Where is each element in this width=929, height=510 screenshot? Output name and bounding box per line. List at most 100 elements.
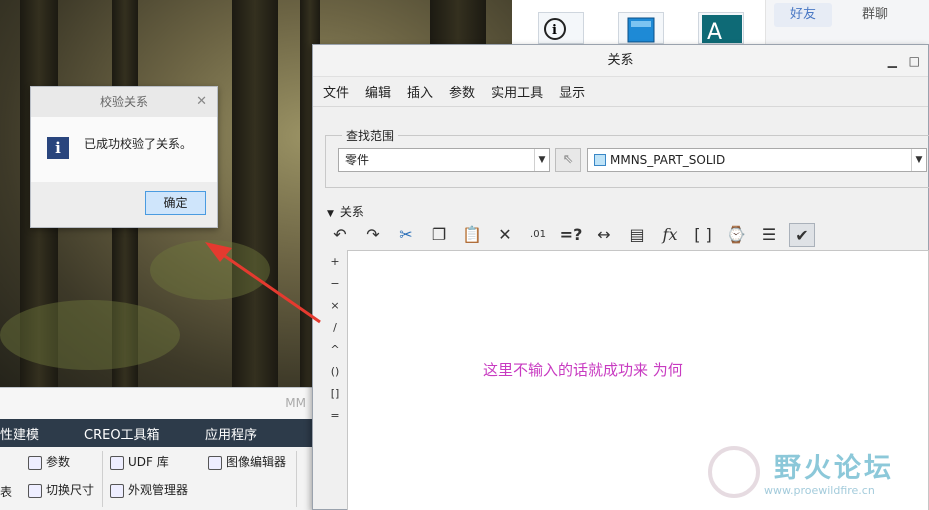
creo-app-icon[interactable]: A — [698, 12, 744, 45]
chevron-down-icon: ▼ — [534, 149, 549, 171]
tab-creo-toolbox[interactable]: CREO工具箱 — [84, 424, 205, 443]
menu-utilities[interactable]: 实用工具 — [491, 82, 543, 101]
creo-tab-bar: 性建模 CREO工具箱 应用程序 — [0, 419, 312, 447]
watermark-url: www.proewildfire.cn — [764, 484, 875, 497]
paste-icon[interactable]: 📋 — [459, 223, 485, 247]
function-icon[interactable]: fx — [657, 223, 683, 247]
foliage — [150, 240, 270, 300]
appearance-manager-label: 外观管理器 — [128, 483, 189, 497]
appearance-icon — [110, 483, 124, 498]
foliage — [0, 300, 180, 370]
svg-text:i: i — [552, 23, 557, 38]
relations-window-titlebar: 关系 ▁ □ — [313, 45, 928, 77]
dialog-title: 校验关系 — [99, 95, 148, 109]
menu-file[interactable]: 文件 — [323, 82, 349, 101]
window-controls: ▁ □ — [880, 45, 920, 77]
table-label: 表 — [0, 485, 13, 499]
verify-icon[interactable]: ✔ — [789, 223, 815, 247]
appearance-manager-button[interactable]: 外观管理器 — [110, 481, 188, 498]
window-app-icon[interactable] — [618, 12, 664, 44]
chat-tabs: 好友 群聊 — [765, 0, 929, 44]
ribbon-separator — [296, 451, 297, 507]
divide-operator[interactable]: / — [327, 317, 343, 339]
select-model-button[interactable]: ⇖ — [555, 148, 581, 172]
menu-insert[interactable]: 插入 — [407, 82, 433, 101]
dimension-icon — [28, 483, 42, 498]
tab-modeling[interactable]: 性建模 — [0, 424, 84, 443]
multiply-operator[interactable]: × — [327, 295, 343, 317]
udf-library-label: UDF 库 — [128, 455, 169, 469]
unit-icon[interactable]: ⌚ — [723, 223, 749, 247]
sort-icon[interactable]: ☰ — [756, 223, 782, 247]
tab-applications[interactable]: 应用程序 — [205, 424, 305, 443]
close-icon[interactable]: ✕ — [196, 87, 207, 117]
undo-icon[interactable]: ↶ — [327, 223, 353, 247]
tab-friends[interactable]: 好友 — [774, 3, 833, 27]
minus-operator[interactable]: − — [327, 273, 343, 295]
verify-dialog-titlebar: 校验关系 ✕ — [31, 87, 217, 117]
parameters-label: 参数 — [46, 455, 71, 469]
menu-parameters[interactable]: 参数 — [449, 82, 475, 101]
decimal-icon[interactable]: .01 — [525, 223, 551, 247]
equals-operator[interactable]: = — [327, 405, 343, 427]
relations-window: 关系 ▁ □ 文件 编辑 插入 参数 实用工具 显示 查找范围 零件 ▼ ⇖ M… — [312, 44, 929, 510]
watermark-logo-icon — [708, 446, 760, 498]
plus-operator[interactable]: + — [327, 251, 343, 273]
relations-section-header[interactable]: ▼ 关系 — [327, 203, 364, 220]
table-button[interactable]: 表 — [0, 483, 12, 500]
udf-library-button[interactable]: UDF 库 — [110, 453, 169, 470]
tab-groups[interactable]: 群聊 — [846, 3, 904, 27]
model-name: MMNS_PART_SOLID — [610, 153, 726, 167]
top-app-strip: i A — [512, 0, 765, 45]
local-params-icon[interactable]: ▤ — [624, 223, 650, 247]
relations-editor[interactable]: 这里不输入的话就成功来 为何 野火论坛 www.proewildfire.cn — [347, 250, 929, 510]
forum-watermark: 野火论坛 www.proewildfire.cn — [708, 446, 918, 500]
maximize-button[interactable]: □ — [909, 45, 920, 77]
solid-part-icon — [594, 154, 606, 166]
relations-section-label: 关系 — [339, 205, 364, 219]
scope-type-value: 零件 — [345, 153, 370, 167]
evaluate-icon[interactable]: =? — [558, 223, 584, 247]
image-editor-label: 图像编辑器 — [226, 455, 287, 469]
switch-dimensions-label: 切换尺寸 — [46, 483, 95, 497]
cut-icon[interactable]: ✂ — [393, 223, 419, 247]
chevron-down-icon: ▼ — [911, 149, 926, 171]
delete-icon[interactable]: ✕ — [492, 223, 518, 247]
menu-bar: 文件 编辑 插入 参数 实用工具 显示 — [313, 77, 928, 107]
annotation-text: 这里不输入的话就成功来 为何 — [483, 361, 683, 379]
copy-icon[interactable]: ❐ — [426, 223, 452, 247]
switch-dimensions-button[interactable]: 切换尺寸 — [28, 481, 94, 498]
brackets-icon — [28, 455, 42, 470]
scope-label: 查找范围 — [342, 127, 399, 144]
dialog-message: 已成功校验了关系。 — [84, 137, 193, 151]
collapse-triangle-icon: ▼ — [327, 209, 334, 219]
creo-window-title: MM — [0, 388, 312, 419]
scope-type-select[interactable]: 零件 ▼ — [338, 148, 550, 172]
redo-icon[interactable]: ↷ — [360, 223, 386, 247]
info-app-icon[interactable]: i — [538, 12, 584, 44]
verify-dialog-body: i 已成功校验了关系。 — [31, 117, 217, 182]
minimize-button[interactable]: ▁ — [888, 45, 897, 77]
ribbon-separator — [102, 451, 103, 507]
parameters-button[interactable]: 参数 — [28, 453, 70, 470]
power-operator[interactable]: ^ — [327, 339, 343, 361]
svg-text:A: A — [707, 20, 722, 45]
image-editor-button[interactable]: 图像编辑器 — [208, 453, 286, 470]
model-select[interactable]: MMNS_PART_SOLID ▼ — [587, 148, 927, 172]
tree-trunk — [232, 0, 278, 390]
dimension-icon[interactable]: ↔ — [591, 223, 617, 247]
image-editor-icon — [208, 455, 222, 470]
pointer-icon: ⇖ — [562, 152, 574, 167]
operator-bar: + − × / ^ () [] = — [327, 251, 343, 427]
menu-display[interactable]: 显示 — [559, 82, 585, 101]
parentheses-operator[interactable]: () — [327, 361, 343, 383]
relations-toolbar: ↶ ↷ ✂ ❐ 📋 ✕ .01 =? ↔ ▤ fx [ ] ⌚ ☰ ✔ — [327, 222, 822, 248]
udf-icon — [110, 455, 124, 470]
verify-dialog: 校验关系 ✕ i 已成功校验了关系。 确定 — [30, 86, 218, 228]
brackets-icon[interactable]: [ ] — [690, 223, 716, 247]
watermark-title: 野火论坛 — [774, 453, 894, 484]
brackets-operator[interactable]: [] — [327, 383, 343, 405]
ok-button[interactable]: 确定 — [145, 191, 206, 215]
menu-edit[interactable]: 编辑 — [365, 82, 391, 101]
creo-ribbon: MM 性建模 CREO工具箱 应用程序 参数 切换尺寸 表 UDF 库 外观管理… — [0, 387, 312, 510]
